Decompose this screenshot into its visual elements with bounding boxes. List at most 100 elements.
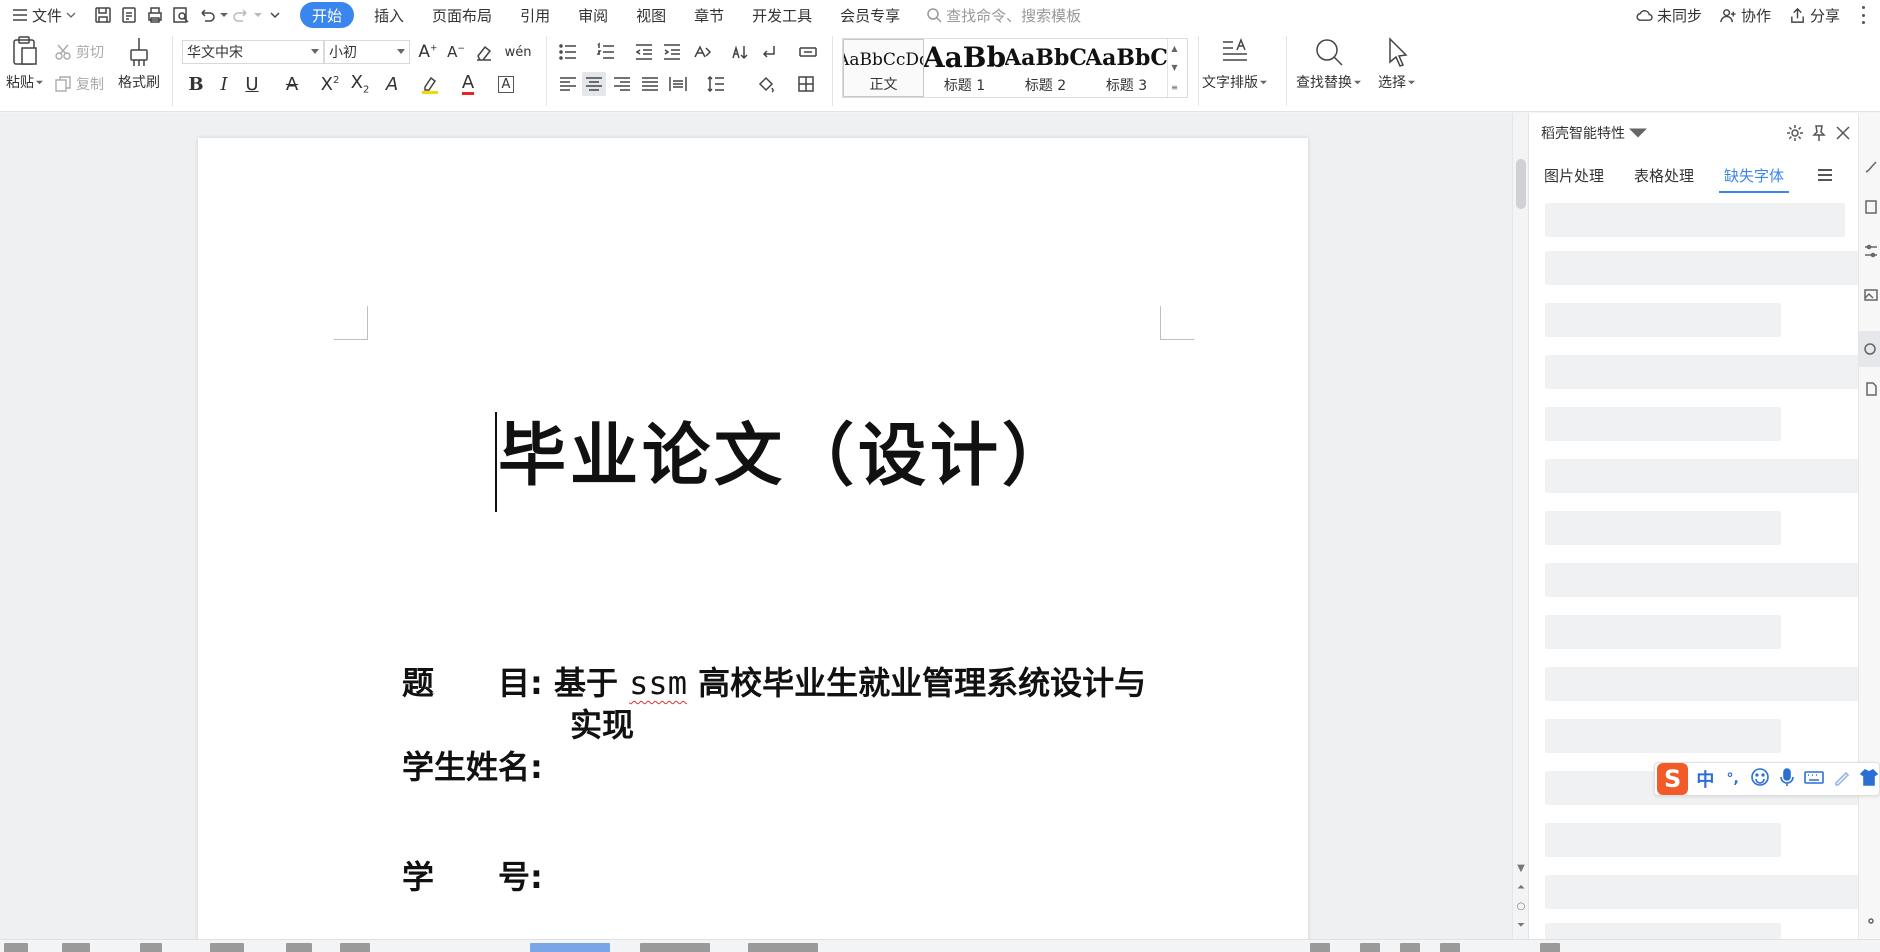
field-row-student-name[interactable]: 学生姓名:: [402, 742, 554, 788]
copy-button[interactable]: 复制: [54, 74, 104, 94]
table-grid-icon[interactable]: [796, 40, 820, 64]
style-heading-2[interactable]: AaBbC 标题 2: [1005, 39, 1086, 97]
align-center-icon[interactable]: [582, 72, 606, 96]
field-row-title[interactable]: 题 目: 基于 ssm 高校毕业生就业管理系统设计与: [402, 658, 1146, 704]
panel-menu-icon[interactable]: [1818, 169, 1832, 181]
tab-insert[interactable]: 插入: [360, 2, 418, 28]
tab-developer[interactable]: 开发工具: [738, 2, 826, 28]
find-replace-button[interactable]: 查找替换: [1296, 36, 1361, 92]
align-left-icon[interactable]: [556, 72, 580, 96]
field-row-student-id[interactable]: 学 号:: [402, 852, 554, 898]
paste-button[interactable]: 粘贴: [6, 36, 43, 92]
status-item[interactable]: [286, 943, 312, 952]
status-item[interactable]: [640, 943, 710, 952]
align-right-icon[interactable]: [610, 72, 634, 96]
status-item[interactable]: [340, 943, 370, 952]
status-item[interactable]: [62, 943, 90, 952]
sort-icon[interactable]: [728, 40, 752, 64]
close-icon[interactable]: [1833, 123, 1853, 143]
phonetic-guide-icon[interactable]: wén: [502, 40, 534, 64]
field-row-title-cont[interactable]: 实现: [570, 700, 634, 746]
next-page-icon[interactable]: ⏷: [1517, 920, 1525, 931]
decrease-indent-icon[interactable]: [632, 40, 656, 64]
file-menu[interactable]: 文件: [8, 2, 80, 28]
chinese-layout-icon[interactable]: [690, 40, 714, 64]
font-color-icon[interactable]: A: [456, 72, 480, 96]
panel-tab-missing-fonts[interactable]: 缺失字体: [1709, 157, 1799, 193]
strikethrough-icon[interactable]: A: [280, 72, 304, 96]
ime-punct-toggle[interactable]: °,: [1723, 771, 1743, 787]
bold-icon[interactable]: B: [184, 72, 208, 96]
highlight-icon[interactable]: [418, 72, 442, 96]
undo-dropdown-icon[interactable]: [220, 11, 229, 19]
scrollbar-thumb[interactable]: [1516, 159, 1526, 209]
style-heading-3[interactable]: AaBbC 标题 3: [1086, 39, 1167, 97]
panel-tab-image[interactable]: 图片处理: [1529, 157, 1619, 193]
scroll-down-icon[interactable]: ▼: [1517, 863, 1525, 874]
status-item[interactable]: [1360, 943, 1380, 952]
rail-smart-icon[interactable]: [1859, 331, 1880, 367]
status-item[interactable]: [1440, 943, 1460, 952]
share-button[interactable]: 分享: [1789, 5, 1840, 26]
status-item[interactable]: [1400, 943, 1420, 952]
tab-view[interactable]: 视图: [622, 2, 680, 28]
browse-object-icon[interactable]: ○: [1517, 901, 1526, 912]
tab-references[interactable]: 引用: [506, 2, 564, 28]
cut-button[interactable]: 剪切: [54, 42, 104, 62]
text-effect-icon[interactable]: A: [380, 72, 404, 96]
keyboard-icon[interactable]: [1804, 767, 1825, 792]
format-painter-button[interactable]: 格式刷: [118, 36, 160, 92]
rail-file-icon[interactable]: [1863, 381, 1879, 397]
underline-icon[interactable]: U: [240, 72, 264, 96]
print-icon[interactable]: [144, 4, 166, 26]
style-gallery-scroll[interactable]: ▲ ▼ ≡: [1167, 39, 1181, 97]
skin-icon[interactable]: [1859, 767, 1879, 792]
status-item[interactable]: [210, 943, 244, 952]
bullet-list-icon[interactable]: [556, 40, 580, 64]
rail-doc-icon[interactable]: [1863, 199, 1879, 215]
grow-font-icon[interactable]: A+: [416, 40, 440, 64]
rail-dot-icon[interactable]: [1863, 913, 1879, 929]
status-item[interactable]: [140, 943, 162, 952]
pin-icon[interactable]: [1809, 123, 1829, 143]
tab-home[interactable]: 开始: [300, 2, 355, 28]
command-search[interactable]: 查找命令、搜索模板: [926, 5, 1081, 26]
select-button[interactable]: 选择: [1378, 36, 1415, 92]
ime-mode-toggle[interactable]: 中: [1695, 766, 1715, 792]
document-page[interactable]: 毕业论文（设计） 题 目: 基于 ssm 高校毕业生就业管理系统设计与 实现 学生…: [198, 138, 1308, 952]
rail-style-icon[interactable]: [1863, 159, 1879, 175]
tab-review[interactable]: 审阅: [564, 2, 622, 28]
shading-icon[interactable]: [754, 72, 778, 96]
text-layout-button[interactable]: 文字排版: [1202, 36, 1267, 92]
justify-icon[interactable]: [638, 72, 662, 96]
line-spacing-icon[interactable]: [704, 72, 728, 96]
handwriting-icon[interactable]: [1832, 767, 1852, 792]
sync-button[interactable]: 未同步: [1636, 5, 1702, 26]
status-item[interactable]: [1310, 943, 1330, 952]
char-border-icon[interactable]: A: [494, 72, 518, 96]
style-heading-1[interactable]: AaBb 标题 1: [924, 39, 1005, 97]
undo-icon[interactable]: [196, 4, 218, 26]
microphone-icon[interactable]: [1777, 767, 1797, 792]
status-item[interactable]: [530, 943, 610, 952]
tab-member[interactable]: 会员专享: [826, 2, 914, 28]
emoji-icon[interactable]: [1750, 767, 1770, 792]
show-marks-icon[interactable]: [756, 40, 780, 64]
print-preview-icon[interactable]: [170, 4, 192, 26]
numbered-list-icon[interactable]: [594, 40, 618, 64]
prev-page-icon[interactable]: ⏶: [1517, 882, 1525, 893]
rail-settings-icon[interactable]: [1863, 243, 1879, 259]
increase-indent-icon[interactable]: [660, 40, 684, 64]
save-icon[interactable]: [92, 4, 114, 26]
vertical-scrollbar[interactable]: ▼ ⏶ ○ ⏷: [1512, 113, 1528, 939]
font-name-select[interactable]: 华文中宋: [182, 40, 324, 64]
rail-image-icon[interactable]: [1863, 287, 1879, 303]
panel-title-dropdown[interactable]: 稻壳智能特性: [1541, 123, 1647, 143]
customize-toolbar-icon[interactable]: [264, 4, 286, 26]
superscript-icon[interactable]: X2: [318, 72, 342, 96]
borders-icon[interactable]: [794, 72, 818, 96]
gear-icon[interactable]: [1785, 123, 1805, 143]
status-item[interactable]: [748, 943, 818, 952]
status-item[interactable]: [1540, 943, 1560, 952]
panel-tab-table[interactable]: 表格处理: [1619, 157, 1709, 193]
